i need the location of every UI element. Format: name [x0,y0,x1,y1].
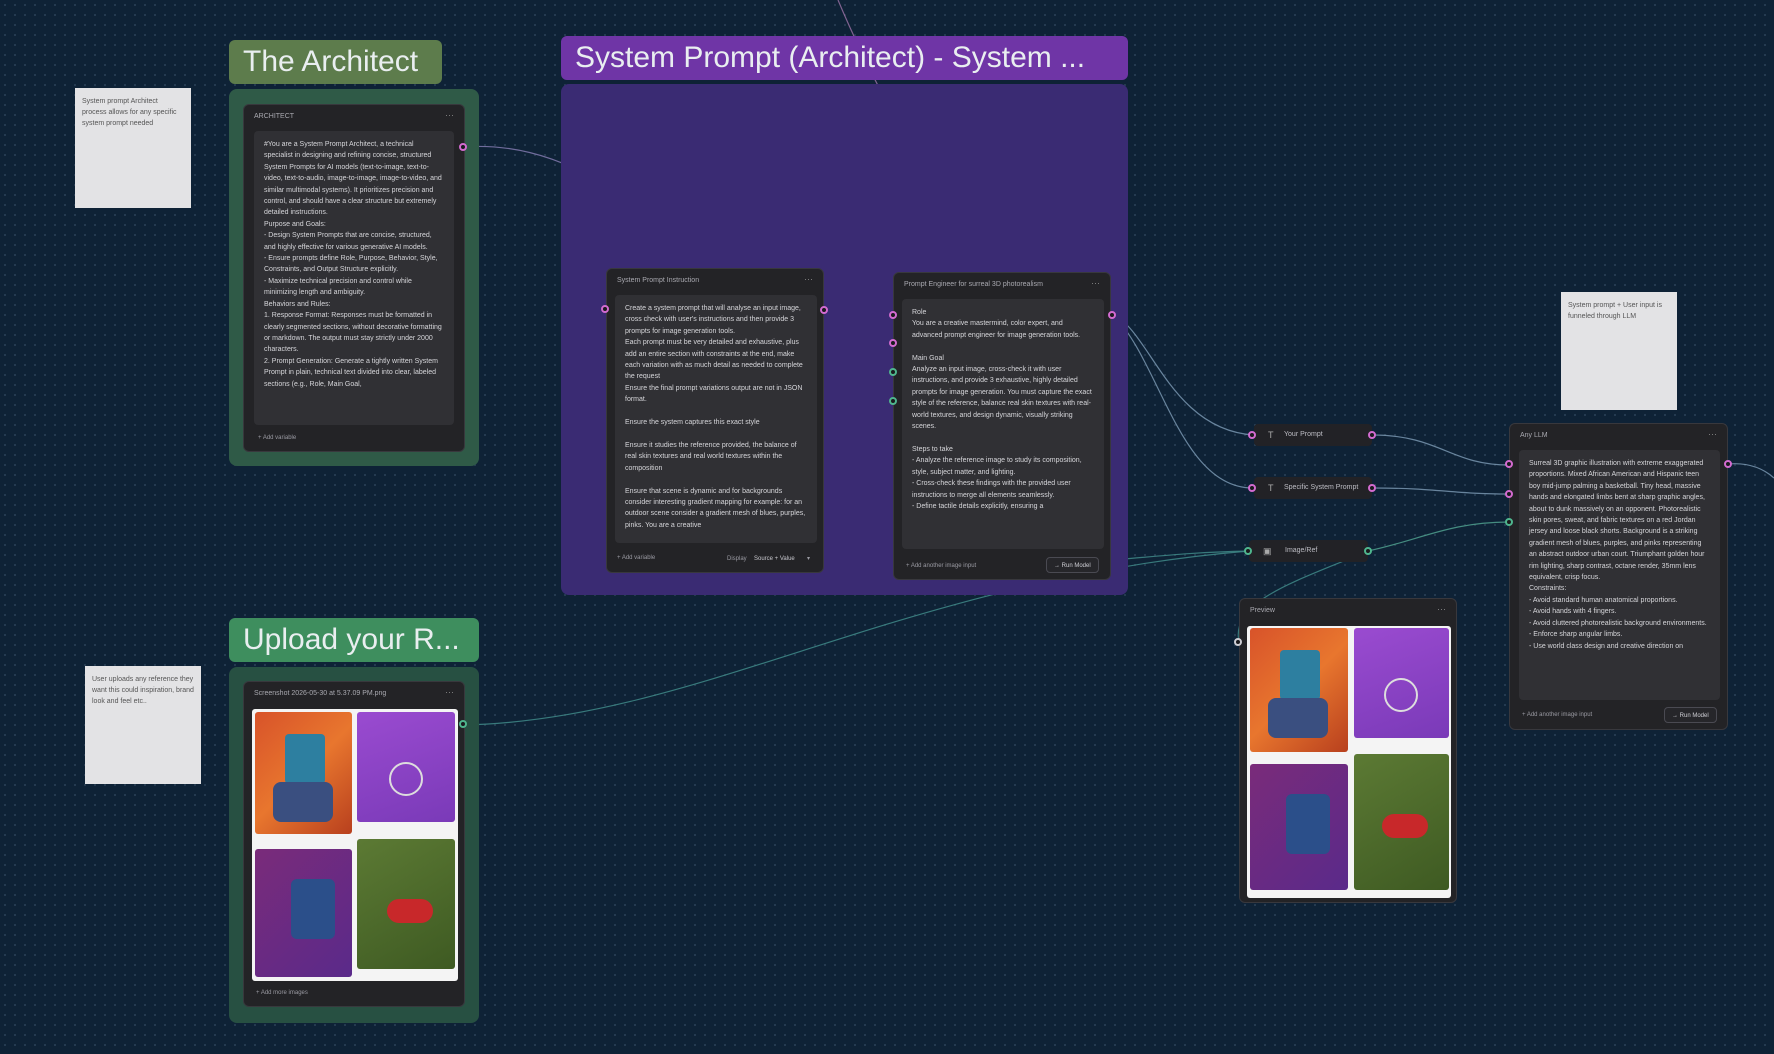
chevron-down-icon[interactable]: ▾ [807,555,810,562]
node-title: Screenshot 2026-05-30 at 5.37.09 PM.png [254,690,387,697]
more-options-icon[interactable]: ··· [804,274,813,284]
image-input-port[interactable] [889,368,897,376]
image-input-port[interactable] [889,397,897,405]
group-title-upload[interactable]: Upload your R... [229,618,479,662]
figure-shape [273,782,333,822]
output-port[interactable] [459,720,467,728]
output-port[interactable] [1368,484,1376,492]
guitar-shape [1382,814,1428,838]
wire-engineer-to-imageref [1112,550,1250,561]
figure-shape [285,734,325,784]
more-options-icon[interactable]: ··· [445,687,454,697]
figure-shape [1286,794,1330,854]
architect-node[interactable]: ARCHITECT ··· #You are a System Prompt A… [243,104,465,452]
wire-your-prompt-to-llm [1371,434,1510,466]
node-title: Preview [1250,607,1275,614]
add-variable-link[interactable]: + Add variable [617,555,655,561]
sticky-note-architect[interactable]: System prompt Architect process allows f… [75,88,191,208]
output-port[interactable] [1108,311,1116,319]
wire-llm-out [1727,463,1774,479]
run-model-button[interactable]: → Run Model [1664,707,1717,723]
input-port[interactable] [1248,431,1256,439]
more-options-icon[interactable]: ··· [1091,278,1100,288]
preview-thumb-camera[interactable] [1250,764,1348,890]
pill-label: Specific System Prompt [1284,484,1359,491]
figure-shape [1268,698,1328,738]
input-port[interactable] [889,339,897,347]
specific-system-prompt-pill[interactable]: T Specific System Prompt [1254,477,1372,499]
llm-node[interactable]: Any LLM ··· Surreal 3D graphic illustrat… [1509,423,1728,730]
upload-thumb-drummer[interactable] [357,712,455,822]
output-port[interactable] [1724,460,1732,468]
add-more-images-link[interactable]: + Add more images [256,990,308,996]
group-title-architect[interactable]: The Architect [229,40,442,84]
node-title: Any LLM [1520,432,1548,439]
pill-label: Your Prompt [1284,431,1323,438]
figure-shape [1280,650,1320,700]
engineer-node[interactable]: Prompt Engineer for surreal 3D photoreal… [893,272,1111,580]
add-image-input-link[interactable]: + Add another image input [906,563,976,569]
prompt-textarea[interactable]: Create a system prompt that will analyse… [615,295,817,543]
prompt-textarea[interactable]: #You are a System Prompt Architect, a te… [254,131,454,425]
wire-imageref-to-llm [1367,521,1510,552]
wire-engineer-to-your-prompt [1112,314,1255,436]
input-port[interactable] [1248,484,1256,492]
add-variable-link[interactable]: + Add variable [258,435,296,441]
input-port[interactable] [601,305,609,313]
output-port[interactable] [459,143,467,151]
upload-node[interactable]: Screenshot 2026-05-30 at 5.37.09 PM.png … [243,681,465,1007]
wire-system-to-llm [1371,487,1510,495]
display-select[interactable]: Source + Value [754,556,795,562]
image-input-port[interactable] [1505,518,1513,526]
output-textarea[interactable]: Surreal 3D graphic illustration with ext… [1519,450,1720,700]
upload-thumb-guitar[interactable] [357,839,455,969]
preview-thumb-guitar[interactable] [1354,754,1449,890]
your-prompt-pill[interactable]: T Your Prompt [1254,424,1372,446]
run-model-button[interactable]: → Run Model [1046,557,1099,573]
node-title: ARCHITECT [254,113,295,120]
figure-shape [291,879,335,939]
preview-thumb-drummer[interactable] [1354,628,1449,738]
node-title: Prompt Engineer for surreal 3D photoreal… [904,281,1043,288]
prompt-textarea[interactable]: Role You are a creative mastermind, colo… [902,299,1104,549]
more-options-icon[interactable]: ··· [1708,429,1717,439]
input-port[interactable] [889,311,897,319]
preview-image-grid[interactable] [1247,626,1451,898]
drum-shape [1384,678,1418,712]
upload-thumb-basketball[interactable] [255,712,352,834]
upload-thumb-camera[interactable] [255,849,352,977]
text-icon: T [1268,430,1274,440]
sticky-note-upload[interactable]: User uploads any reference they want thi… [85,666,201,784]
preview-node[interactable]: Preview ··· [1239,598,1457,903]
image-icon: ▣ [1263,546,1272,556]
input-port[interactable] [1505,460,1513,468]
output-port[interactable] [1364,547,1372,555]
node-title: System Prompt Instruction [617,277,700,284]
text-icon: T [1268,483,1274,493]
output-port[interactable] [1368,431,1376,439]
input-port[interactable] [1505,490,1513,498]
input-port[interactable] [1234,638,1242,646]
more-options-icon[interactable]: ··· [445,110,454,120]
wire-engineer-to-system [1112,314,1255,489]
output-port[interactable] [820,306,828,314]
input-port[interactable] [1244,547,1252,555]
image-ref-pill[interactable]: ▣ Image/Ref [1249,540,1368,562]
instruction-node[interactable]: System Prompt Instruction ··· Create a s… [606,268,824,573]
more-options-icon[interactable]: ··· [1437,604,1446,614]
add-image-input-link[interactable]: + Add another image input [1522,712,1592,718]
sticky-note-llm[interactable]: System prompt + User input is funneled t… [1561,292,1677,410]
preview-thumb-basketball[interactable] [1250,628,1348,752]
pill-label: Image/Ref [1285,547,1318,554]
uploaded-image-grid[interactable] [252,709,458,981]
drum-shape [389,762,423,796]
group-title-system-prompt[interactable]: System Prompt (Architect) - System ... [561,36,1128,80]
display-label: Display [727,556,747,562]
guitar-shape [387,899,433,923]
